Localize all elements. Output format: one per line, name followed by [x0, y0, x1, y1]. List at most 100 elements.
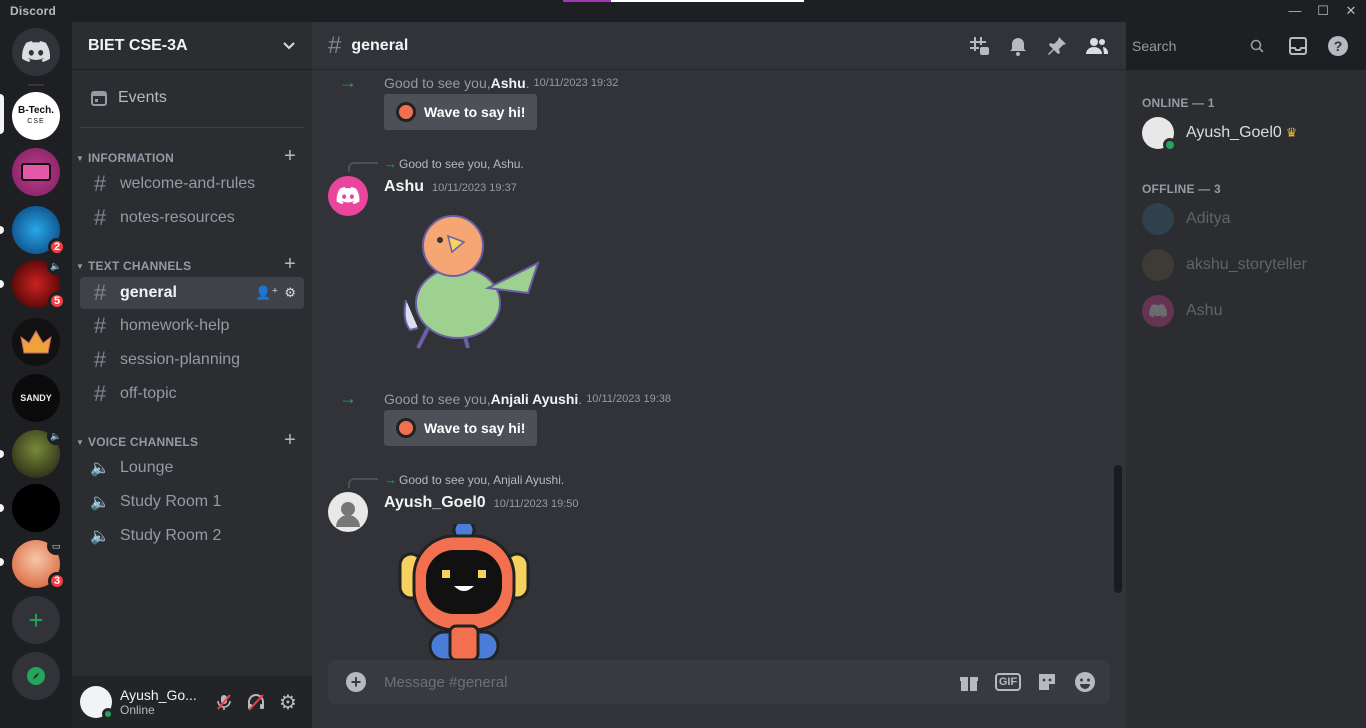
channel-homework-help[interactable]: # homework-help [80, 310, 304, 342]
gear-icon[interactable]: ⚙ [284, 285, 296, 301]
channel-notes-resources[interactable]: # notes-resources [80, 202, 304, 234]
reply-text: Good to see you, Anjali Ayushi. [399, 472, 565, 487]
create-channel-icon[interactable]: + [284, 145, 296, 168]
invite-icon[interactable]: 👤⁺ [255, 285, 278, 301]
server-cassette[interactable] [12, 148, 60, 196]
create-channel-icon[interactable]: + [284, 253, 296, 276]
calendar-icon [91, 91, 107, 106]
message-author[interactable]: Ayush_Goel0 [384, 494, 486, 512]
discord-logo-icon [336, 187, 360, 205]
channel-study-room-2[interactable]: 🔈 Study Room 2 [80, 520, 304, 552]
active-server-pill [0, 94, 4, 134]
explore-servers-button[interactable] [12, 652, 60, 700]
timestamp: 10/11/2023 19:38 [586, 392, 672, 405]
sticker-icon[interactable] [1034, 670, 1060, 694]
threads-icon[interactable] [967, 34, 991, 58]
minimize-icon[interactable]: — [1286, 2, 1304, 20]
channel-label: homework-help [120, 317, 230, 334]
chat-header: # general [312, 22, 1126, 70]
reply-preview[interactable]: → Good to see you, Ashu. [384, 156, 524, 171]
gift-icon[interactable] [956, 670, 982, 694]
user-avatar-icon [336, 502, 360, 527]
wave-label: Wave to say hi! [424, 104, 526, 120]
avatar[interactable] [80, 686, 114, 720]
member-item[interactable]: akshu_storyteller [1134, 244, 1358, 286]
wave-button[interactable]: Wave to say hi! [384, 410, 538, 446]
avatar[interactable] [328, 176, 368, 216]
reply-preview[interactable]: → Good to see you, Anjali Ayushi. [384, 472, 564, 487]
events-button[interactable]: Events [80, 80, 304, 116]
server-girl[interactable]: ▭ 3 [12, 537, 66, 590]
pinned-messages-icon[interactable] [1045, 34, 1069, 58]
member-item[interactable]: Aditya [1134, 198, 1358, 240]
timestamp: 10/11/2023 19:32 [533, 76, 619, 89]
online-header: ONLINE — 1 [1142, 96, 1215, 110]
app-name: Discord [10, 4, 57, 18]
close-icon[interactable]: ✕ [1342, 2, 1360, 20]
message-list[interactable]: → Good to see you, Ashu. 10/11/2023 19:3… [312, 70, 1126, 660]
svg-text:?: ? [1334, 38, 1343, 54]
parrot-sticker [403, 215, 540, 349]
channel-session-planning[interactable]: # session-planning [80, 344, 304, 376]
timestamp: 10/11/2023 19:37 [432, 182, 517, 194]
create-channel-icon[interactable]: + [284, 429, 296, 452]
events-label: Events [118, 89, 167, 106]
server-biet-cse-3a[interactable]: B-Tech. CSE [12, 92, 60, 140]
member-list-icon[interactable] [1085, 34, 1109, 58]
inbox-icon[interactable] [1286, 34, 1310, 58]
maximize-icon[interactable]: ☐ [1314, 2, 1332, 20]
speaker-icon: 🔈 [90, 494, 110, 511]
channel-general[interactable]: # general 👤⁺ ⚙ [80, 277, 304, 309]
chevron-down-icon: ▼ [76, 437, 85, 447]
server-blue[interactable]: 2 [12, 206, 66, 256]
gif-icon[interactable]: GIF [994, 670, 1022, 694]
user-name: Ayush_Go... [120, 687, 197, 703]
channel-lounge[interactable]: 🔈 Lounge [80, 452, 304, 484]
server-header[interactable]: BIET CSE-3A [72, 22, 312, 70]
category-information[interactable]: ▼ INFORMATION + [76, 145, 304, 168]
message-header: Ayush_Goel0 10/11/2023 19:50 [384, 494, 579, 512]
mute-mic-icon[interactable] [208, 686, 240, 718]
unread-pill [0, 226, 4, 234]
channel-off-topic[interactable]: # off-topic [80, 378, 304, 410]
joined-user-name[interactable]: Anjali Ayushi [491, 391, 579, 407]
emoji-icon[interactable] [1072, 670, 1098, 694]
message-composer: + GIF [328, 660, 1110, 704]
channel-label: Study Room 2 [120, 527, 222, 544]
user-settings-gear-icon[interactable]: ⚙ [272, 686, 304, 718]
title-bar: Discord — ☐ ✕ [0, 0, 1366, 22]
text-channel-icon: # [93, 280, 107, 305]
avatar[interactable] [328, 492, 368, 532]
member-item[interactable]: Ashu [1134, 290, 1358, 332]
crown-icon: ♛ [1285, 125, 1298, 140]
wumpus-sticker-icon [396, 418, 416, 438]
deafen-icon[interactable] [240, 686, 272, 718]
user-panel: Ayush_Go... Online ⚙ [72, 676, 312, 728]
server-sandy[interactable]: SANDY [12, 374, 60, 422]
help-icon[interactable]: ? [1326, 34, 1350, 58]
add-attachment-icon[interactable]: + [346, 672, 366, 692]
channel-sidebar: BIET CSE-3A Events ▼ INFORMATION + # wel… [72, 22, 312, 728]
user-status: Online [120, 703, 155, 717]
notification-bell-icon[interactable] [1006, 34, 1030, 58]
message-input[interactable] [384, 672, 944, 692]
search-box[interactable]: Search [1126, 34, 1270, 58]
channel-study-room-1[interactable]: 🔈 Study Room 1 [80, 486, 304, 518]
message-author[interactable]: Ashu [384, 178, 424, 196]
add-server-button[interactable]: + [12, 596, 60, 644]
joined-user-name[interactable]: Ashu [491, 75, 526, 91]
wave-button[interactable]: Wave to say hi! [384, 94, 538, 130]
category-text-channels[interactable]: ▼ TEXT CHANNELS + [76, 253, 304, 276]
server-red[interactable]: 🔈 5 [12, 257, 66, 310]
server-zombie[interactable]: 🔈 [12, 427, 65, 478]
category-voice-channels[interactable]: ▼ VOICE CHANNELS + [76, 429, 304, 452]
scrollbar-thumb[interactable] [1114, 465, 1122, 593]
member-item[interactable]: Ayush_Goel0 ♛ [1134, 112, 1358, 154]
home-button[interactable] [12, 28, 60, 76]
server-dark[interactable] [12, 484, 60, 532]
join-arrow-icon: → [339, 388, 357, 408]
text-channel-icon: # [93, 381, 107, 406]
channel-welcome-and-rules[interactable]: # welcome-and-rules [80, 168, 304, 200]
channel-label: Study Room 1 [120, 493, 222, 510]
server-crown[interactable] [12, 318, 60, 366]
